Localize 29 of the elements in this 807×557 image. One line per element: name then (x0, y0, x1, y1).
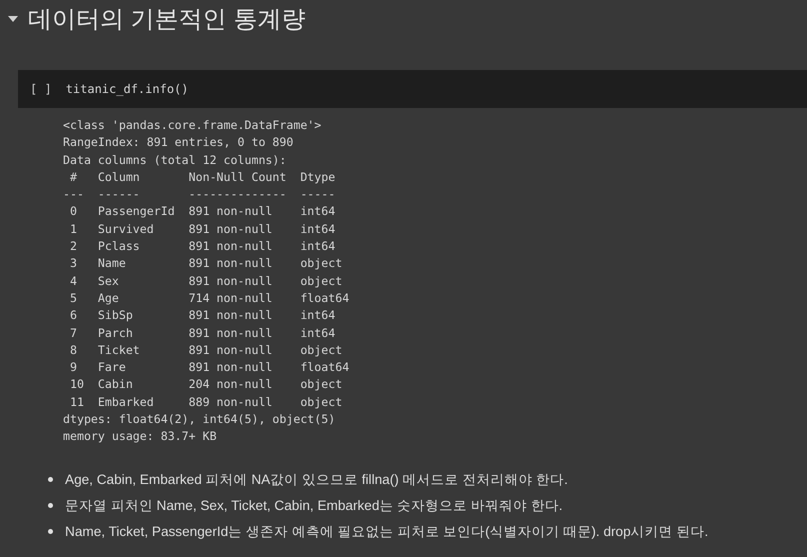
output-line: 1 Survived 891 non-null int64 (68, 220, 336, 238)
output-line: 5 Age 714 non-null float64 (68, 290, 350, 307)
bullet-text: Age, Cabin, Embarked 피처에 NA값이 있으므로 fillna() 메서드로 전처리해야 한다. (65, 470, 568, 489)
bullet-icon (48, 529, 53, 534)
bullet-text: Name, Ticket, PassengerId는 생존자 예측에 필요없는 피처로 보인다(식별자이기 때문). drop시키면 된다. (65, 522, 708, 541)
output-line: memory usage: 83.7+ KB (63, 428, 217, 446)
output-line: --- ------ -------------- ----- (63, 186, 336, 204)
bullet-icon (48, 503, 53, 508)
output-line: 7 Parch 891 non-null int64 (68, 324, 336, 342)
output-line: 11 Embarked 889 non-null object (68, 394, 344, 411)
output-line: 3 Name 891 non-null object (68, 255, 344, 272)
output-line: 2 Pclass 891 non-null int64 (68, 238, 336, 256)
output-line: 8 Ticket 891 non-null object (68, 342, 344, 359)
output-line: dtypes: float64(2), int64(5), object(5) (63, 411, 336, 428)
output-line: 10 Cabin 204 non-null object (68, 376, 344, 394)
output-line: <class 'pandas.core.frame.DataFrame'> (63, 117, 322, 134)
output-line: 4 Sex 891 non-null object (68, 272, 344, 290)
code-cell[interactable]: [ ] titanic_df.info() (18, 70, 807, 108)
output-line: Data columns (total 12 columns): (63, 152, 286, 169)
bullet-text: 문자열 피처인 Name, Sex, Ticket, Cabin, Embarked는 숫자형으로 바꿔줘야 한다. (65, 496, 563, 515)
output-line: 0 PassengerId 891 non-null int64 (68, 203, 336, 220)
output-line: RangeIndex: 891 entries, 0 to 890 (63, 134, 294, 152)
caret-icon (8, 16, 18, 22)
section-heading: 데이터의 기본적인 통계량 (28, 5, 306, 35)
output-line: 9 Fare 891 non-null float64 (68, 359, 350, 376)
output-line: 6 SibSp 891 non-null int64 (68, 307, 336, 324)
code-line: titanic_df.info() (66, 82, 189, 96)
bullet-icon (48, 477, 53, 482)
output-line: # Column Non-Null Count Dtype (68, 168, 336, 186)
